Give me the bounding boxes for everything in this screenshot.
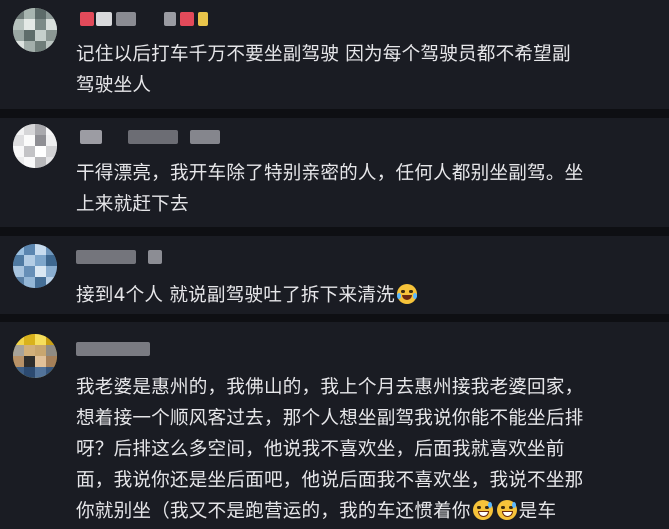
comment-text: 记住以后打车千万不要坐副驾驶 因为每个驾驶员都不希望副 驾驶坐人 (76, 39, 661, 101)
comment-line-with-emoji: 你就别坐（我又不是跑营运的，我的车还惯着你 是车 (76, 496, 661, 527)
grinning-sweat-emoji-icon (472, 500, 493, 520)
comment-line: 记住以后打车千万不要坐副驾驶 因为每个驾驶员都不希望副 (76, 44, 571, 65)
comment-feed: 记住以后打车千万不要坐副驾驶 因为每个驾驶员都不希望副 驾驶坐人 干得漂亮，我开… (0, 0, 669, 529)
comment-line: 呀？后排这么多空间，他说我不喜欢坐，后面我就喜欢坐前 (76, 439, 565, 460)
comment-line-with-emoji: 接到4个人 就说副驾驶吐了拆下来清洗 (76, 280, 661, 311)
comment-line: 接到4个人 就说副驾驶吐了拆下来清洗 (76, 285, 395, 306)
avatar[interactable] (13, 8, 57, 52)
comment-line: 想着接一个顺风客过去，那个人想坐副驾我说你能不能坐后排 (76, 408, 584, 429)
comment-card: 记住以后打车千万不要坐副驾驶 因为每个驾驶员都不希望副 驾驶坐人 (0, 0, 669, 109)
comment-line: 上来就赶下去 (76, 194, 189, 215)
avatar[interactable] (13, 334, 57, 378)
comment-line: 驾驶坐人 (76, 75, 152, 96)
comment-card: 干得漂亮，我开车除了特别亲密的人，任何人都别坐副驾。坐 上来就赶下去 (0, 118, 669, 227)
comment-line: 是车 (518, 501, 557, 522)
comment-text: 接到4个人 就说副驾驶吐了拆下来清洗 (76, 280, 661, 311)
comment-line: 你就别坐（我又不是跑营运的，我的车还惯着你 (76, 501, 471, 522)
comment-text: 我老婆是惠州的，我佛山的，我上个月去惠州接我老婆回家， 想着接一个顺风客过去，那… (76, 372, 661, 527)
grinning-sweat-emoji-icon (496, 500, 517, 520)
comment-card: 接到4个人 就说副驾驶吐了拆下来清洗 (0, 236, 669, 314)
avatar[interactable] (13, 124, 57, 168)
laughing-crying-emoji-icon (396, 284, 417, 304)
comment-text: 干得漂亮，我开车除了特别亲密的人，任何人都别坐副驾。坐 上来就赶下去 (76, 158, 661, 220)
avatar[interactable] (13, 244, 57, 288)
comment-line: 我老婆是惠州的，我佛山的，我上个月去惠州接我老婆回家， (76, 377, 584, 398)
comment-line: 干得漂亮，我开车除了特别亲密的人，任何人都别坐副驾。坐 (76, 163, 584, 184)
comment-card: 我老婆是惠州的，我佛山的，我上个月去惠州接我老婆回家， 想着接一个顺风客过去，那… (0, 322, 669, 529)
comment-line: 面，我说你还是坐后面吧，他说后面我不喜欢坐，我说不坐那 (76, 470, 584, 491)
